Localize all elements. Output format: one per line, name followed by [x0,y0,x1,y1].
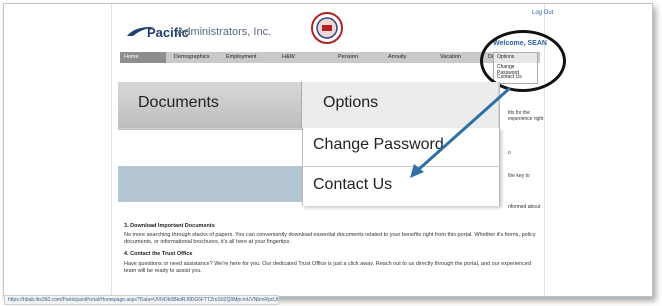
callout-arrow-icon [410,86,511,178]
